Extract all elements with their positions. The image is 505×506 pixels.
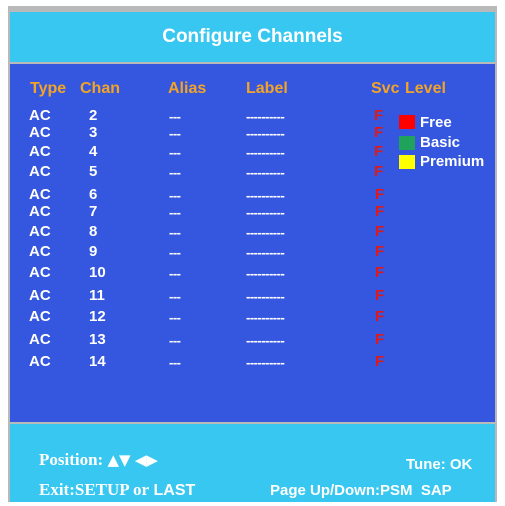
row-label: ----------: [246, 109, 285, 124]
row-alias: ---: [169, 310, 181, 325]
header-alias: Alias: [168, 80, 207, 97]
row-type: AC: [29, 107, 51, 124]
row-type: AC: [29, 331, 51, 348]
exit-hint: Exit:SETUP or LAST: [39, 480, 195, 500]
row-label: ----------: [246, 145, 285, 160]
header-svc: Svc: [371, 80, 400, 97]
row-svc: F: [375, 264, 385, 281]
row-svc: F: [375, 353, 385, 370]
tune-hint: Tune: OK: [406, 456, 473, 473]
row-svc: F: [375, 331, 385, 348]
arrow-down-icon: ▼: [119, 451, 131, 469]
row-type: AC: [29, 223, 51, 240]
row-chan: 11: [89, 287, 105, 304]
title-bar: Configure Channels: [10, 12, 495, 62]
row-alias: ---: [169, 188, 181, 203]
row-type: AC: [29, 308, 51, 325]
row-label: ----------: [246, 266, 285, 281]
header-type: Type: [30, 80, 67, 97]
row-chan: 12: [89, 308, 106, 325]
row-type: AC: [29, 124, 51, 141]
legend-swatch-free: [399, 115, 415, 129]
row-svc: F: [375, 287, 385, 304]
arrow-right-icon: ▶: [146, 451, 158, 469]
row-type: AC: [29, 143, 51, 160]
row-type: AC: [29, 186, 51, 203]
row-alias: ---: [169, 205, 181, 220]
row-chan: 8: [89, 223, 98, 240]
row-svc: F: [375, 203, 385, 220]
row-svc: F: [375, 223, 385, 240]
row-type: AC: [29, 353, 51, 370]
row-alias: ---: [169, 355, 181, 370]
arrow-left-icon: ◀: [134, 451, 147, 469]
row-chan: 14: [89, 353, 106, 370]
row-alias: ---: [169, 126, 181, 141]
row-type: AC: [29, 287, 51, 304]
row-chan: 10: [89, 264, 106, 281]
row-type: AC: [29, 163, 51, 180]
row-chan: 7: [89, 203, 98, 220]
row-alias: ---: [169, 245, 181, 260]
legend-label-premium: Premium: [420, 153, 485, 170]
row-label: ----------: [246, 355, 285, 370]
row-type: AC: [29, 264, 51, 281]
row-svc: F: [374, 107, 384, 124]
row-svc: F: [374, 124, 384, 141]
row-label: ----------: [246, 289, 285, 304]
row-label: ----------: [246, 225, 285, 240]
row-chan: 2: [89, 107, 98, 124]
row-label: ----------: [246, 126, 285, 141]
row-svc: F: [374, 163, 384, 180]
row-chan: 13: [89, 331, 106, 348]
legend-label-free: Free: [420, 114, 452, 131]
row-chan: 9: [89, 243, 98, 260]
row-label: ----------: [246, 245, 285, 260]
row-chan: 5: [89, 163, 98, 180]
legend-label-basic: Basic: [420, 134, 461, 151]
exit-last: LAST: [153, 482, 196, 499]
row-chan: 3: [89, 124, 98, 141]
header-level: Level: [405, 80, 446, 97]
row-alias: ---: [169, 145, 181, 160]
row-label: ----------: [246, 333, 285, 348]
row-svc: F: [375, 186, 385, 203]
position-label: Position:: [39, 450, 104, 469]
header-chan: Chan: [80, 80, 120, 97]
row-type: AC: [29, 243, 51, 260]
row-label: ----------: [246, 188, 285, 203]
row-label: ----------: [246, 165, 285, 180]
legend-swatch-premium: [399, 155, 415, 169]
row-alias: ---: [169, 289, 181, 304]
row-alias: ---: [169, 165, 181, 180]
row-svc: F: [375, 308, 385, 325]
page-title: Configure Channels: [162, 26, 343, 47]
position-hint: Position: ▲▼ ◀▶: [39, 450, 158, 470]
row-type: AC: [29, 203, 51, 220]
legend-swatch-basic: [399, 136, 415, 150]
exit-keys: SETUP or: [74, 480, 150, 499]
row-alias: ---: [169, 225, 181, 240]
row-label: ----------: [246, 205, 285, 220]
arrow-up-icon: ▲: [107, 451, 120, 469]
row-svc: F: [375, 243, 385, 260]
row-chan: 6: [89, 186, 98, 203]
row-chan: 4: [89, 143, 98, 160]
row-svc: F: [374, 143, 384, 160]
row-alias: ---: [169, 333, 181, 348]
row-alias: ---: [169, 109, 181, 124]
page-hint: Page Up/Down:PSM SAP: [270, 482, 452, 499]
row-alias: ---: [169, 266, 181, 281]
exit-label: Exit:: [39, 480, 75, 499]
header-label: Label: [246, 80, 288, 97]
row-label: ----------: [246, 310, 285, 325]
